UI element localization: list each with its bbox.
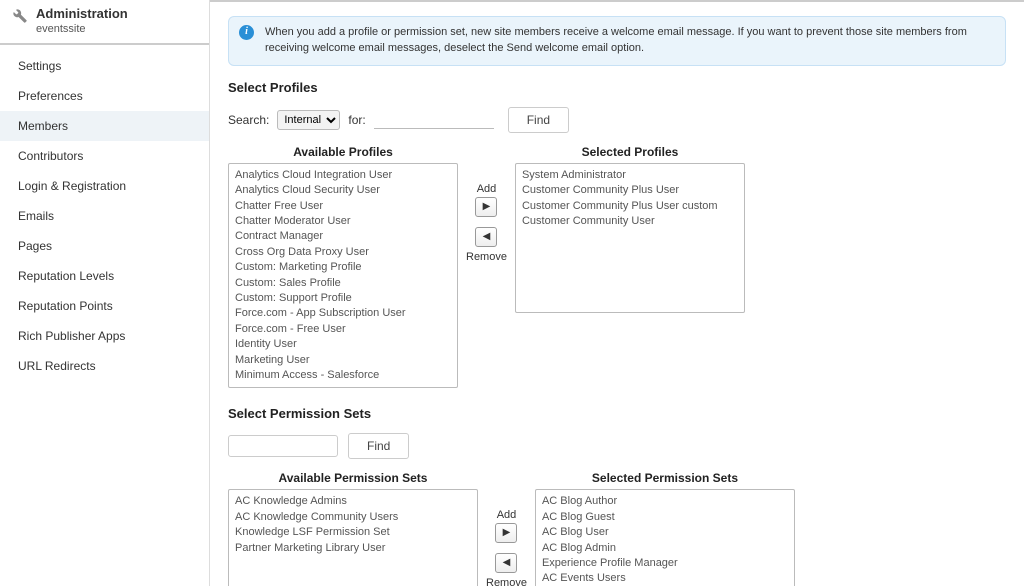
search-permsets-input[interactable]: [228, 435, 338, 457]
available-permsets-header: Available Permission Sets: [228, 471, 478, 485]
remove-permset-button[interactable]: ◀: [495, 553, 517, 573]
available-permset-item[interactable]: Knowledge LSF Permission Set: [235, 525, 471, 540]
admin-subtitle: eventssite: [36, 23, 199, 35]
available-permset-item[interactable]: AC Knowledge Admins: [235, 494, 471, 509]
remove-label: Remove: [466, 251, 507, 263]
selected-permsets-header: Selected Permission Sets: [535, 471, 795, 485]
nav-item-rich-publisher-apps[interactable]: Rich Publisher Apps: [0, 321, 209, 351]
available-profile-item[interactable]: Chatter Moderator User: [235, 214, 451, 229]
available-profiles-header: Available Profiles: [228, 145, 458, 159]
available-profile-item[interactable]: Marketing User: [235, 353, 451, 368]
available-profile-item[interactable]: Contract Manager: [235, 229, 451, 244]
nav-item-contributors[interactable]: Contributors: [0, 141, 209, 171]
add-permset-button[interactable]: ▶: [495, 523, 517, 543]
available-profile-item[interactable]: Cross Org Data Proxy User: [235, 245, 451, 260]
sidebar: Administration eventssite SettingsPrefer…: [0, 0, 210, 586]
selected-permsets-list[interactable]: AC Blog AuthorAC Blog GuestAC Blog UserA…: [535, 489, 795, 586]
available-profile-item[interactable]: Chatter Free User: [235, 199, 451, 214]
profiles-dual-list: Available Profiles Analytics Cloud Integ…: [228, 145, 1006, 388]
selected-profile-item[interactable]: Customer Community Plus User custom: [522, 199, 738, 214]
wrench-icon: [10, 6, 28, 24]
selected-permset-item[interactable]: AC Blog Guest: [542, 510, 788, 525]
nav-item-login-registration[interactable]: Login & Registration: [0, 171, 209, 201]
available-permset-item[interactable]: AC Knowledge Community Users: [235, 510, 471, 525]
selected-permset-item[interactable]: AC Events Users: [542, 571, 788, 586]
nav-item-emails[interactable]: Emails: [0, 201, 209, 231]
for-label: for:: [348, 113, 365, 127]
nav-item-members[interactable]: Members: [0, 111, 209, 141]
search-scope-select[interactable]: Internal: [277, 110, 340, 130]
selected-permset-item[interactable]: Experience Profile Manager: [542, 556, 788, 571]
nav-item-url-redirects[interactable]: URL Redirects: [0, 351, 209, 381]
available-permsets-list[interactable]: AC Knowledge AdminsAC Knowledge Communit…: [228, 489, 478, 586]
available-profile-item[interactable]: Identity User: [235, 337, 451, 352]
available-profile-item[interactable]: Custom: Support Profile: [235, 291, 451, 306]
permsets-search-row: Find: [228, 433, 1006, 459]
selected-profiles-list[interactable]: System AdministratorCustomer Community P…: [515, 163, 745, 313]
sidebar-header: Administration eventssite: [0, 0, 209, 45]
permsets-dual-list: Available Permission Sets AC Knowledge A…: [228, 471, 1006, 586]
nav-item-preferences[interactable]: Preferences: [0, 81, 209, 111]
nav: SettingsPreferencesMembersContributorsLo…: [0, 45, 209, 381]
selected-profile-item[interactable]: System Administrator: [522, 168, 738, 183]
add-label: Add: [477, 183, 497, 195]
find-profiles-button[interactable]: Find: [508, 107, 569, 133]
nav-item-pages[interactable]: Pages: [0, 231, 209, 261]
permsets-transfer-controls: Add ▶ ◀ Remove: [486, 471, 527, 586]
available-profile-item[interactable]: Analytics Cloud Security User: [235, 183, 451, 198]
selected-permset-item[interactable]: AC Blog Author: [542, 494, 788, 509]
nav-item-reputation-points[interactable]: Reputation Points: [0, 291, 209, 321]
selected-profile-item[interactable]: Customer Community User: [522, 214, 738, 229]
add-permset-label: Add: [497, 509, 517, 521]
profiles-transfer-controls: Add ▶ ◀ Remove: [466, 145, 507, 263]
nav-item-reputation-levels[interactable]: Reputation Levels: [0, 261, 209, 291]
remove-profile-button[interactable]: ◀: [475, 227, 497, 247]
available-profile-item[interactable]: Force.com - Free User: [235, 322, 451, 337]
available-permset-item[interactable]: Partner Marketing Library User: [235, 541, 471, 556]
selected-profiles-header: Selected Profiles: [515, 145, 745, 159]
available-profile-item[interactable]: Analytics Cloud Integration User: [235, 168, 451, 183]
main-content: i When you add a profile or permission s…: [210, 0, 1024, 586]
search-label: Search:: [228, 113, 269, 127]
nav-item-settings[interactable]: Settings: [0, 51, 209, 81]
selected-permset-item[interactable]: AC Blog User: [542, 525, 788, 540]
add-profile-button[interactable]: ▶: [475, 197, 497, 217]
available-profile-item[interactable]: Custom: Marketing Profile: [235, 260, 451, 275]
available-profile-item[interactable]: Custom: Sales Profile: [235, 276, 451, 291]
available-profiles-list[interactable]: Analytics Cloud Integration UserAnalytic…: [228, 163, 458, 388]
info-icon: i: [239, 25, 254, 40]
admin-title: Administration: [36, 6, 199, 21]
remove-permset-label: Remove: [486, 577, 527, 586]
profiles-search-row: Search: Internal for: Find: [228, 107, 1006, 133]
available-profile-item[interactable]: Minimum Access - Salesforce: [235, 368, 451, 383]
section-title-permsets: Select Permission Sets: [228, 406, 1006, 421]
info-text: When you add a profile or permission set…: [265, 26, 967, 54]
section-title-profiles: Select Profiles: [228, 80, 1006, 95]
available-profile-item[interactable]: Force.com - App Subscription User: [235, 306, 451, 321]
selected-permset-item[interactable]: AC Blog Admin: [542, 541, 788, 556]
search-for-input[interactable]: [374, 110, 494, 129]
selected-profile-item[interactable]: Customer Community Plus User: [522, 183, 738, 198]
find-permsets-button[interactable]: Find: [348, 433, 409, 459]
info-box: i When you add a profile or permission s…: [228, 16, 1006, 66]
